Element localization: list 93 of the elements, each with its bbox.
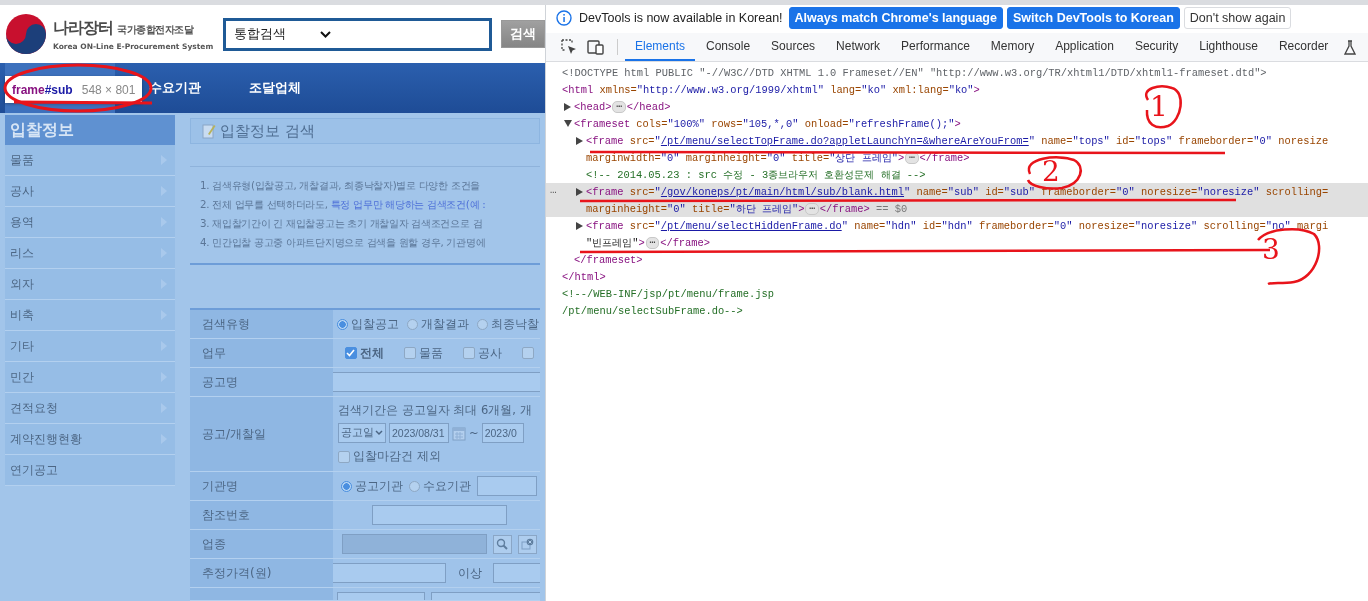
site-title[interactable]: 나라장터 [53, 17, 113, 39]
devtools-tab[interactable]: Network [826, 33, 891, 61]
form-label: 공고/개찰일 [190, 397, 333, 471]
collapsed-triangle-icon[interactable] [576, 187, 583, 196]
panel-title-bar: 입찰정보 검색 [190, 118, 540, 144]
inspect-icon[interactable] [561, 39, 577, 55]
dom-node-line[interactable]: "빈프레임"> ⋯ </frame> [586, 234, 711, 251]
text-field[interactable] [333, 372, 540, 392]
collapsed-triangle-icon[interactable] [576, 221, 583, 230]
text-field[interactable] [337, 592, 425, 600]
radio-option[interactable]: 개찰결과 [407, 315, 469, 333]
date-field[interactable]: 2023/0 [481, 423, 524, 443]
form-label: 기관명 [190, 472, 333, 500]
dom-node-line[interactable]: <!DOCTYPE html PUBLIC "-//W3C//DTD XHTML 1.0 Frameset//EN" "http://www.w3.org/TR/xhtml1/DTD/xhtml1-frameset.dtd"> [552, 64, 1267, 81]
infobar-button[interactable]: Switch DevTools to Korean [1006, 7, 1180, 29]
dom-node-line[interactable]: <head> ⋯ </head> [564, 98, 671, 115]
form-label: 업무 [190, 339, 333, 367]
info-message: DevTools is now available in Korean! [579, 11, 783, 25]
devtools-tab[interactable]: Application [1045, 33, 1124, 61]
checkbox-icon[interactable] [403, 347, 416, 359]
period-note: 검색기간은 공고일자 최대 6개월, 개 [338, 403, 532, 418]
devtools-tab[interactable]: Lighthouse [1189, 33, 1268, 61]
site-subtitle: 국가종합전자조달 [117, 22, 193, 37]
form-label: 참조번호 [190, 501, 333, 529]
date-type-select[interactable]: 공고일 [338, 423, 386, 443]
closing-tag-line[interactable]: </html> [562, 268, 606, 285]
element-tooltip: frame#sub 548 × 801 [5, 76, 143, 103]
checkbox-icon[interactable] [338, 450, 350, 463]
infobar-button[interactable]: Always match Chrome's language [788, 7, 1003, 29]
flask-icon[interactable] [1344, 39, 1357, 55]
info-icon [556, 10, 572, 26]
note-text: 1. 검색유형(입찰공고, 개찰결과, 최종낙찰자)별로 다양한 조건을 [200, 178, 480, 193]
annotation-number: 2 [1042, 158, 1060, 186]
annotation-number: 1 [1150, 93, 1168, 121]
dom-node-line[interactable]: <frame src="/pt/menu/selectTopFrame.do?appletLaunchYn=&whereAreYouFrom=" name="tops" id="tops" frameborder="0" noresize [576, 132, 1329, 149]
infobar-button[interactable]: Don't show again [1183, 7, 1292, 29]
price-field[interactable] [492, 563, 540, 583]
checkbox-option[interactable]: 물품 [403, 344, 443, 362]
expanded-triangle-icon[interactable] [564, 120, 572, 127]
dom-node-line[interactable]: <frameset cols="100%" rows="105,*,0" onload="refreshFrame();"> [564, 115, 961, 132]
note-text: 3. 재입찰기간이 긴 재입찰공고는 초기 개찰일자 검색조건으로 검 [200, 216, 483, 231]
form-label: 검색유형 [190, 310, 333, 338]
dom-node-line[interactable]: marginwidth="0" marginheight="0" title="상단 프레임"> ⋯ </frame> [586, 149, 970, 166]
dom-node-line[interactable]: /pt/menu/selectSubFrame.do--> [562, 302, 743, 319]
calendar-icon[interactable] [452, 425, 466, 441]
dom-node-line[interactable]: <html xmlns="http://www.w3.org/1999/xhtml" lang="ko" xml:lang="ko"> [552, 81, 980, 98]
chevron-down-icon[interactable] [320, 30, 332, 38]
date-field[interactable]: 2023/08/31 [389, 423, 449, 443]
devtools-tab[interactable]: Sources [761, 33, 826, 61]
radio-option[interactable]: 공고기관 [341, 477, 403, 495]
form-label: 공고명 [190, 368, 333, 396]
checkbox-option[interactable]: 공사 [462, 344, 502, 362]
dom-node-line[interactable]: <frame src="/gov/koneps/pt/main/html/sub/blank.html" name="sub" id="sub" frameborder="0" noresize="noresize" scrolling= [576, 183, 1329, 200]
closing-tag-line[interactable]: </frameset> [574, 251, 643, 268]
devtools-tab[interactable]: Recorder [1268, 33, 1339, 61]
dom-node-line[interactable]: marginheight="0" title="하단 프레임"> ⋯ </frame> == $0 [586, 200, 908, 217]
price-field[interactable] [333, 563, 446, 583]
search-field[interactable]: 통합검색 [223, 17, 492, 51]
note-icon [202, 123, 216, 139]
radio-option[interactable]: 입찰공고 [337, 315, 399, 333]
form-label: 추정가격(원) [190, 559, 333, 587]
form-label: 업종 [190, 530, 333, 558]
dom-node-line[interactable]: <frame src="/pt/menu/selectHiddenFrame.do" name="hdn" id="hdn" frameborder="0" noresize="noresize" scrolling="no" margi [576, 217, 1329, 234]
text-field[interactable] [431, 592, 540, 600]
checkbox-icon[interactable] [344, 347, 357, 359]
text-field[interactable] [477, 476, 537, 496]
device-toggle-icon[interactable] [587, 39, 605, 55]
nav-tab[interactable]: 조달업체 [235, 63, 315, 113]
note-text: 2. 전체 업무를 선택하더라도, 특정 업무만 해당하는 검색조건(예 : [200, 197, 486, 212]
devtools-tab[interactable]: Elements [625, 33, 696, 61]
sidebar-title: 입찰정보 [5, 115, 175, 145]
gutter-menu[interactable]: … [550, 184, 557, 196]
text-field[interactable] [371, 505, 507, 525]
dom-node-line[interactable]: <!-- 2014.05.23 : src 수정 - 3종브라우저 호환성문제 해결 --> [576, 166, 926, 183]
radio-option[interactable]: 최종낙찰 [477, 315, 539, 333]
checkbox-option[interactable]: 입찰마감건 제외 [338, 448, 441, 465]
collapsed-triangle-icon[interactable] [576, 136, 583, 145]
unit-label: 이상 [457, 565, 482, 581]
checkbox-icon[interactable] [462, 347, 475, 359]
checkbox-icon[interactable] [521, 347, 534, 359]
search-button[interactable] [492, 534, 512, 554]
note-text: 4. 민간입찰 공고중 아파트단지명으로 검색을 원할 경우, 기관명에 [200, 235, 486, 250]
logo-icon [5, 13, 47, 55]
devtools-tab[interactable]: Security [1124, 33, 1189, 61]
range-separator: ~ [469, 426, 479, 440]
clear-button[interactable] [517, 534, 537, 554]
dom-node-line[interactable]: <!--/WEB-INF/jsp/pt/menu/frame.jsp [552, 285, 774, 302]
collapsed-triangle-icon[interactable] [564, 102, 571, 111]
devtools-tab[interactable]: Memory [980, 33, 1045, 61]
annotation-number: 3 [1262, 236, 1280, 264]
devtools-tab[interactable]: Console [696, 33, 761, 61]
radio-option[interactable]: 수요기관 [409, 477, 471, 495]
devtools-tab[interactable]: Performance [891, 33, 980, 61]
